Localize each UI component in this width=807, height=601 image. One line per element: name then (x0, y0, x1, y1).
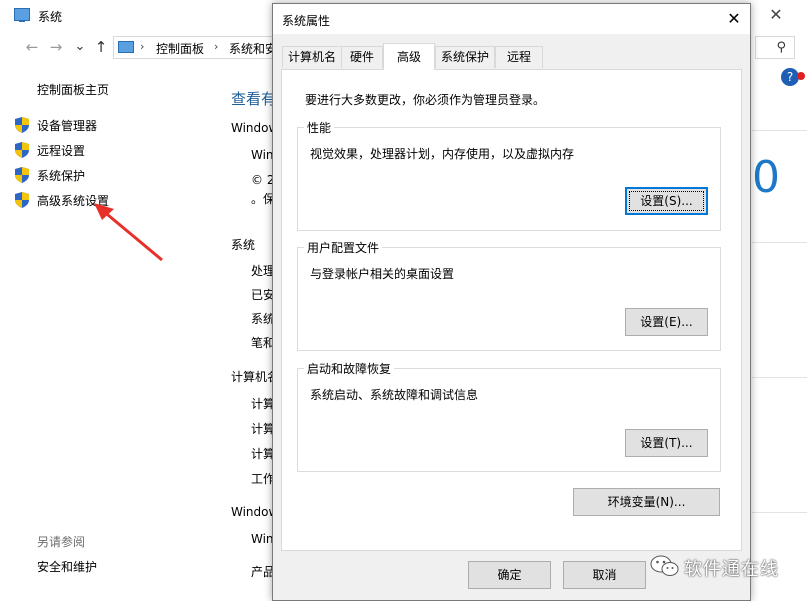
dialog-title: 系统属性 (282, 14, 331, 28)
copyright-text: © 2 (251, 173, 275, 187)
page-title: 查看有 (231, 90, 277, 108)
group-description: 与登录帐户相关的桌面设置 (310, 267, 455, 281)
back-arrow-icon[interactable]: ← (23, 38, 41, 56)
divider (752, 377, 807, 378)
activation-row-label: Win (251, 532, 274, 546)
watermark-text: 软件通在线 (684, 559, 779, 580)
group-title: 启动和故障恢复 (304, 360, 395, 377)
user-profiles-group: 用户配置文件 与登录帐户相关的桌面设置 设置(E)... (297, 239, 721, 351)
breadcrumb-separator: › (214, 40, 219, 53)
search-icon: ⚲ (776, 40, 786, 55)
wechat-icon (650, 555, 679, 576)
computer-icon (14, 8, 30, 22)
tab-advanced[interactable]: 高级 (383, 43, 435, 70)
see-also-label: 另请参阅 (37, 535, 86, 549)
sidebar-item-label: 远程设置 (37, 144, 86, 158)
forward-arrow-icon[interactable]: → (47, 38, 65, 56)
chevron-down-icon[interactable]: ⌄ (71, 38, 89, 56)
dialog-titlebar: 系统属性 ✕ (273, 4, 750, 34)
group-description: 系统启动、系统故障和调试信息 (310, 388, 479, 402)
shield-icon (15, 167, 29, 183)
admin-note: 要进行大多数更改，你必须作为管理员登录。 (305, 93, 546, 107)
tab-system-protection[interactable]: 系统保护 (435, 46, 495, 68)
divider (752, 130, 807, 131)
up-arrow-icon[interactable]: ↑ (92, 38, 110, 56)
windows-logo-text: 0 (752, 152, 780, 203)
control-panel-icon (118, 41, 134, 53)
sidebar-item-label: 系统保护 (37, 169, 86, 183)
divider (752, 512, 807, 513)
performance-settings-button[interactable]: 设置(S)... (625, 187, 708, 215)
startup-recovery-group: 启动和故障恢复 系统启动、系统故障和调试信息 设置(T)... (297, 360, 721, 472)
system-section-label: 系统 (231, 238, 256, 252)
shield-icon (15, 142, 29, 158)
group-title: 用户配置文件 (304, 239, 383, 256)
breadcrumb-separator: › (140, 40, 145, 53)
focus-rect (629, 191, 704, 211)
breadcrumb-system-security[interactable]: 系统和安 (229, 40, 277, 57)
tab-computer-name[interactable]: 计算机名 (282, 46, 342, 68)
close-icon[interactable]: ✕ (764, 4, 788, 26)
red-arrow-annotation (94, 203, 163, 262)
shield-icon (15, 117, 29, 133)
performance-group: 性能 视觉效果，处理器计划，内存使用，以及虚拟内存 设置(S)... (297, 119, 721, 231)
environment-variables-button[interactable]: 环境变量(N)... (573, 488, 720, 516)
sidebar-item-label: 设备管理器 (37, 119, 98, 133)
shield-icon (15, 192, 29, 208)
divider (752, 242, 807, 243)
control-panel-home-link[interactable]: 控制面板主页 (37, 81, 109, 98)
system-properties-dialog: 系统属性 ✕ 计算机名 硬件 高级 系统保护 远程 要进行大多数更改，你必须作为… (272, 3, 751, 601)
startup-recovery-settings-button[interactable]: 设置(T)... (625, 429, 708, 457)
breadcrumb-control-panel[interactable]: 控制面板 (156, 40, 204, 57)
edition-value: Win (251, 148, 274, 162)
close-icon[interactable]: ✕ (723, 8, 745, 30)
search-input[interactable]: ⚲ (755, 36, 795, 59)
advanced-tab-panel: 要进行大多数更改，你必须作为管理员登录。 性能 视觉效果，处理器计划，内存使用，… (281, 69, 742, 551)
group-title: 性能 (304, 119, 335, 136)
cancel-button[interactable]: 取消 (563, 561, 646, 589)
security-maintenance-link[interactable]: 安全和维护 (37, 558, 97, 575)
user-profiles-settings-button[interactable]: 设置(E)... (625, 308, 708, 336)
tab-hardware[interactable]: 硬件 (341, 46, 383, 68)
tab-remote[interactable]: 远程 (495, 46, 543, 68)
system-window-title: 系统 (38, 10, 63, 24)
group-description: 视觉效果，处理器计划，内存使用，以及虚拟内存 (310, 147, 575, 161)
ok-button[interactable]: 确定 (468, 561, 551, 589)
notification-badge (797, 72, 805, 80)
